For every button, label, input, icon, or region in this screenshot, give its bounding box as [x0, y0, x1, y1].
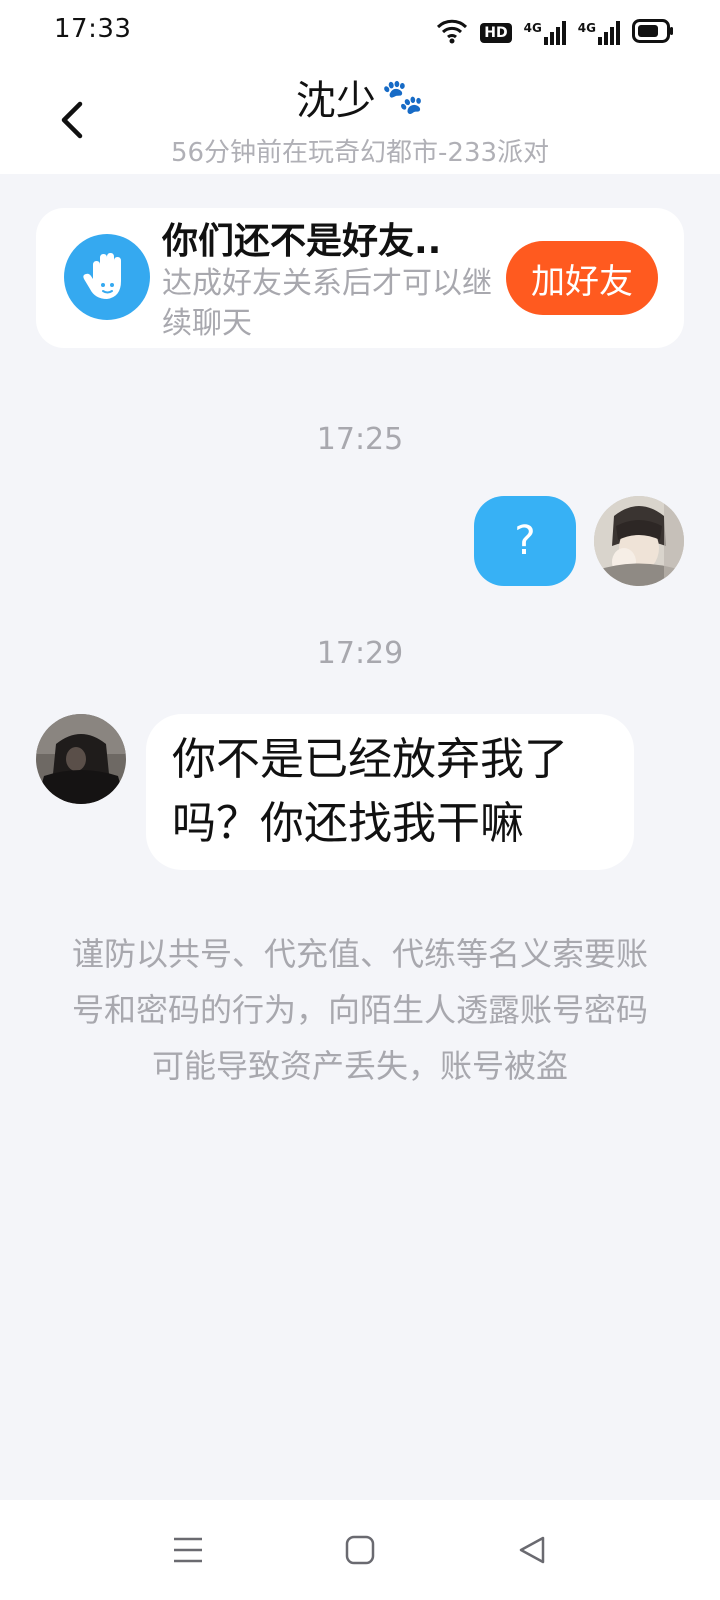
- home-button[interactable]: [330, 1520, 390, 1580]
- paw-icon: 🐾: [381, 77, 425, 117]
- network-type-label: 4G: [523, 21, 542, 35]
- title-wrap: 沈少 🐾: [0, 68, 720, 126]
- contact-name: 沈少: [295, 78, 376, 124]
- friend-card-title: 你们还不是好友..: [162, 221, 442, 262]
- hd-icon: HD: [480, 23, 512, 43]
- my-avatar[interactable]: [594, 496, 684, 586]
- sent-message-bubble[interactable]: ?: [474, 496, 576, 586]
- status-time: 17:33: [54, 14, 132, 44]
- signal-4g-icon: 4G: [524, 21, 566, 45]
- home-square-icon: [345, 1535, 375, 1565]
- status-bar: 17:33 HD 4G 4G: [0, 0, 720, 62]
- network-type-label: 4G: [577, 21, 596, 35]
- back-nav-button[interactable]: [502, 1520, 562, 1580]
- friend-request-card: 你们还不是好友.. 达成好友关系后才可以继续聊天 加好友: [36, 208, 684, 348]
- wifi-icon: [436, 18, 468, 48]
- triangle-back-icon: [519, 1536, 545, 1564]
- add-friend-button[interactable]: 加好友: [506, 241, 658, 315]
- received-message-bubble[interactable]: 你不是已经放弃我了吗？你还找我干嘛: [146, 714, 634, 870]
- chat-header: 沈少 🐾 56分钟前在玩奇幻都市-233派对: [0, 62, 720, 174]
- menu-icon: [174, 1537, 202, 1563]
- battery-icon: [632, 19, 674, 47]
- contact-avatar[interactable]: [36, 714, 126, 804]
- message-timestamp: 17:29: [316, 636, 404, 671]
- message-text: ?: [514, 518, 536, 564]
- message-text: 你不是已经放弃我了吗？你还找我干嘛: [172, 734, 568, 849]
- system-nav-bar: [0, 1500, 720, 1600]
- signal-4g-icon: 4G: [578, 21, 620, 45]
- security-warning: 谨防以共号、代充值、代练等名义索要账号和密码的行为，向陌生人透露账号密码可能导致…: [71, 935, 648, 1085]
- status-icons: HD 4G 4G: [436, 18, 674, 48]
- message-timestamp: 17:25: [316, 422, 404, 457]
- friend-card-description: 达成好友关系后才可以继续聊天: [162, 266, 492, 341]
- contact-status: 56分钟前在玩奇幻都市-233派对: [170, 138, 550, 168]
- menu-button[interactable]: [158, 1520, 218, 1580]
- hand-icon: [64, 234, 150, 320]
- page-title[interactable]: 沈少 🐾: [296, 68, 424, 126]
